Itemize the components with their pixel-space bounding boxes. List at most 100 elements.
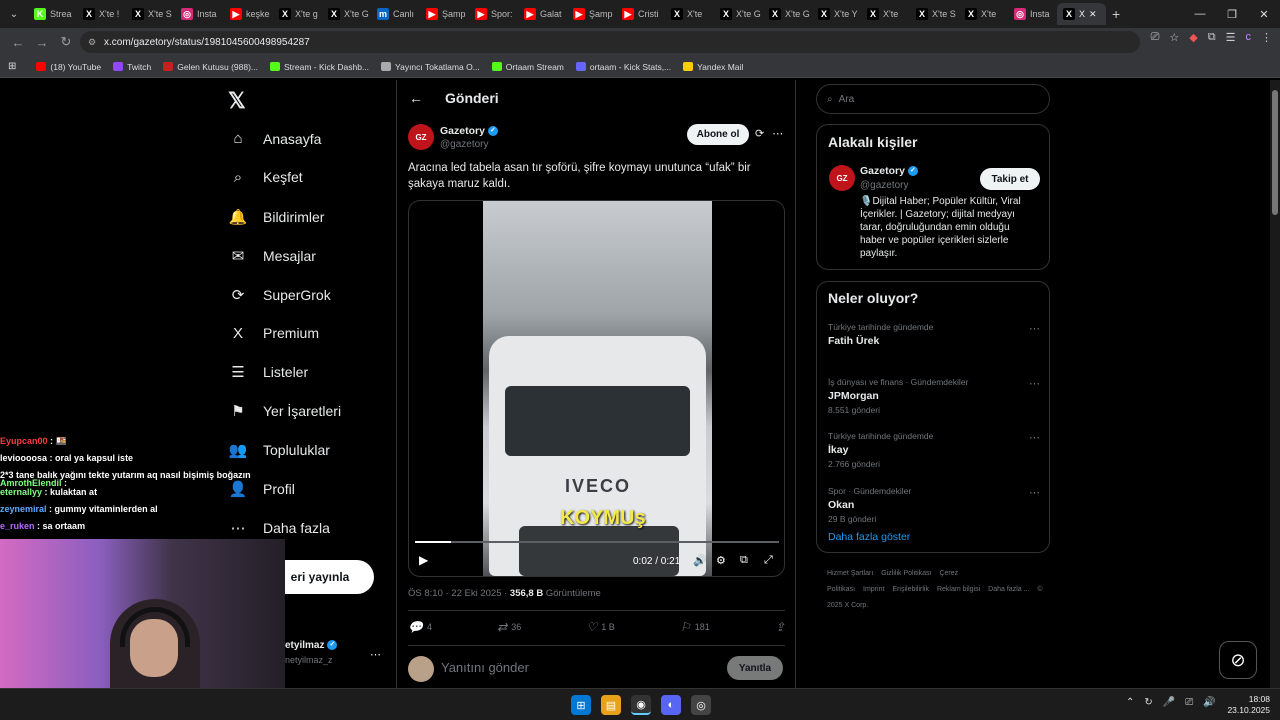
more-icon[interactable]: ⋯ xyxy=(772,127,783,140)
nav-item-lists[interactable]: ☰ Listeler xyxy=(228,363,308,381)
sync-icon[interactable]: ↻ xyxy=(1144,697,1152,708)
menu-icon[interactable]: ⋮ xyxy=(1261,31,1272,44)
browser-tab[interactable]: m Canlı xyxy=(371,3,420,25)
bookmark-action[interactable]: ⚐ 181 xyxy=(680,620,710,634)
account-name[interactable]: etyilmaz ✓ xyxy=(285,640,338,651)
bookmark-item[interactable]: Twitch xyxy=(113,62,151,72)
browser-tab[interactable]: ▶ Şamp xyxy=(567,3,616,25)
video-progress-track[interactable] xyxy=(415,541,779,543)
pip-icon[interactable]: ⧉ xyxy=(740,554,748,567)
grok-button[interactable]: ⊘ xyxy=(1219,641,1257,679)
browser-tab[interactable]: ▶ Cristi xyxy=(616,3,665,25)
share-action[interactable]: ⇪ xyxy=(775,620,785,634)
fullscreen-icon[interactable]: ⤢ xyxy=(764,554,773,567)
browser-tab[interactable]: ▶ Galat xyxy=(518,3,567,25)
forward-icon[interactable]: → xyxy=(30,35,54,50)
tab-list-icon[interactable]: ☰ xyxy=(1226,31,1236,44)
browser-tab[interactable]: K Strea xyxy=(28,3,77,25)
browser-tab[interactable]: X X'te xyxy=(959,3,1008,25)
subscribe-button[interactable]: Abone ol xyxy=(687,124,749,145)
scrollbar[interactable] xyxy=(1270,80,1280,688)
bookmark-star-icon[interactable]: ☆ xyxy=(1169,31,1179,44)
trend-more-icon[interactable]: ⋯ xyxy=(1029,431,1040,444)
close-window-icon[interactable]: ✕ xyxy=(1248,0,1280,28)
like-action[interactable]: ♡ 1 B xyxy=(586,620,614,634)
bookmark-item[interactable]: Yayıncı Tokatlama O... xyxy=(381,62,480,72)
apps-icon[interactable]: ⊞ xyxy=(8,61,16,72)
repost-action[interactable]: ⇄ 36 xyxy=(497,620,521,634)
search-input[interactable]: ⌕ Ara xyxy=(816,84,1050,114)
follow-button[interactable]: Takip et xyxy=(980,168,1040,190)
app-icon[interactable]: ◎ xyxy=(691,695,711,715)
browser-tab[interactable]: ◎ Insta xyxy=(175,3,224,25)
grok-icon[interactable]: ⟳ xyxy=(755,127,764,140)
settings-gear-icon[interactable]: ⚙ xyxy=(716,554,726,567)
trend-more-icon[interactable]: ⋯ xyxy=(1029,486,1040,499)
browser-tab[interactable]: X X'te S xyxy=(126,3,175,25)
file-explorer-icon[interactable]: ▤ xyxy=(601,695,621,715)
tray-expand-icon[interactable]: ⌃ xyxy=(1126,697,1134,708)
related-handle[interactable]: @gazetory xyxy=(860,180,909,191)
maximize-icon[interactable]: ❐ xyxy=(1216,0,1248,28)
browser-tab[interactable]: ▶ Spor: xyxy=(469,3,518,25)
site-info-icon[interactable]: ⚙ xyxy=(88,37,96,48)
cast-icon[interactable]: ⎚ xyxy=(1151,31,1160,44)
url-input[interactable]: ⚙ x.com/gazetory/status/1981045600498954… xyxy=(80,31,1140,53)
bookmark-item[interactable]: Ortaam Stream xyxy=(491,62,564,72)
nav-item-home[interactable]: ⌂ Anasayfa xyxy=(228,130,321,147)
footer-link[interactable]: Imprint xyxy=(863,586,884,593)
scroll-thumb[interactable] xyxy=(1272,90,1278,215)
browser-tab[interactable]: X X'te xyxy=(861,3,910,25)
tab-close-icon[interactable]: ✕ xyxy=(1089,9,1097,20)
browser-tab[interactable]: X X ✕ xyxy=(1057,3,1106,25)
trend-item[interactable]: Türkiye tarihinde gündemde Fatih Ürek ⋯ xyxy=(828,322,1040,347)
back-icon[interactable]: ← xyxy=(6,35,30,50)
nav-item-profile[interactable]: 👤 Profil xyxy=(228,480,295,498)
trend-item[interactable]: Türkiye tarihinde gündemde İkay 2.766 gönd… xyxy=(828,431,1040,469)
minimize-icon[interactable]: — xyxy=(1184,0,1216,28)
user-avatar[interactable] xyxy=(408,656,434,682)
browser-tab[interactable]: ▶ Şamp xyxy=(420,3,469,25)
play-icon[interactable]: ▶ xyxy=(419,553,428,567)
bookmark-item[interactable]: Gelen Kutusu (988)... xyxy=(163,62,258,72)
author-handle[interactable]: @gazetory xyxy=(440,139,489,150)
bookmark-item[interactable]: ortaam - Kick Stats,... xyxy=(575,62,671,72)
footer-link[interactable]: Hizmet Şartları xyxy=(827,570,873,577)
speaker-icon[interactable]: 🔊 xyxy=(1203,697,1215,708)
extensions-icon[interactable]: ⧉ xyxy=(1208,31,1216,44)
tab-search-icon[interactable]: ⌄ xyxy=(0,9,28,20)
trend-more-icon[interactable]: ⋯ xyxy=(1029,322,1040,335)
related-name[interactable]: Gazetory ✓ xyxy=(860,165,918,177)
back-arrow-icon[interactable]: ← xyxy=(409,90,423,106)
related-avatar[interactable]: GZ xyxy=(829,165,855,191)
author-name[interactable]: Gazetory ✓ xyxy=(440,125,498,137)
nav-item-communities[interactable]: 👥 Topluluklar xyxy=(228,441,330,459)
browser-tab[interactable]: X X'te ! xyxy=(77,3,126,25)
browser-tab[interactable]: ◎ Insta xyxy=(1008,3,1057,25)
discord-icon[interactable]: ◐ xyxy=(661,695,681,715)
extension-icon[interactable]: ◆ xyxy=(1189,31,1197,44)
footer-link[interactable]: Erişilebilirlik xyxy=(892,586,929,593)
nav-item-explore[interactable]: ⌕ Keşfet xyxy=(228,169,303,186)
chrome-icon[interactable]: ◉ xyxy=(631,695,651,715)
reply-action[interactable]: 💬 4 xyxy=(408,620,432,634)
nav-item-messages[interactable]: ✉ Mesajlar xyxy=(228,247,316,265)
browser-tab[interactable]: X X'te G xyxy=(763,3,812,25)
browser-tab[interactable]: X X'te xyxy=(665,3,714,25)
bookmark-item[interactable]: Yandex Mail xyxy=(683,62,743,72)
reply-input[interactable]: Yanıtını gönder xyxy=(441,660,529,675)
footer-link[interactable]: Daha fazla ... xyxy=(988,586,1029,593)
windows-start-icon[interactable]: ⊞ xyxy=(571,695,591,715)
profile-avatar[interactable]: c xyxy=(1246,31,1252,44)
video-frame[interactable]: IVECO KOYMUş xyxy=(483,201,712,576)
browser-tab[interactable]: X X'te S xyxy=(910,3,959,25)
trend-more-icon[interactable]: ⋯ xyxy=(1029,377,1040,390)
trend-item[interactable]: Spor · Gündemdekiler Okan 29 B gönderi ⋯ xyxy=(828,486,1040,524)
browser-tab[interactable]: X X'te G xyxy=(322,3,371,25)
nav-item-supergrok[interactable]: ⟳ SuperGrok xyxy=(228,286,331,304)
network-icon[interactable]: ⎚ xyxy=(1185,697,1193,708)
clock[interactable]: 18:08 23.10.2025 xyxy=(1226,694,1270,716)
trend-item[interactable]: İş dünyası ve finans · Gündemdekiler JPMo… xyxy=(828,377,1040,415)
bookmark-item[interactable]: Stream - Kick Dashb... xyxy=(270,62,369,72)
nav-item-notifications[interactable]: 🔔 Bildirimler xyxy=(228,208,325,226)
